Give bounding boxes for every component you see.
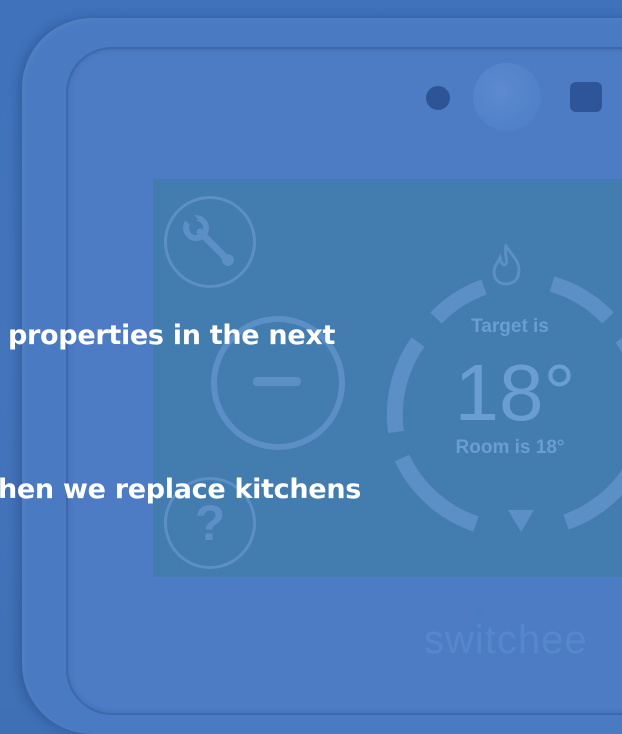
light-sensor xyxy=(570,82,602,112)
dial-pointer xyxy=(508,510,534,532)
target-temperature: 18° xyxy=(454,348,576,437)
hero-banner: ? Target is 18° Room is 18° switchee pro… xyxy=(0,0,622,734)
minus-icon xyxy=(253,377,301,386)
target-label: Target is xyxy=(471,316,549,337)
wrench-icon xyxy=(183,211,234,266)
flame-icon xyxy=(492,244,521,286)
motion-sensor xyxy=(473,63,541,131)
headline-line-2: hen we replace kitchens xyxy=(0,474,362,505)
room-temperature: Room is 18° xyxy=(455,437,565,458)
headline-line-1: properties in the next xyxy=(8,320,336,351)
sensor-dot xyxy=(426,86,450,110)
brand-logo: switchee xyxy=(424,618,588,662)
